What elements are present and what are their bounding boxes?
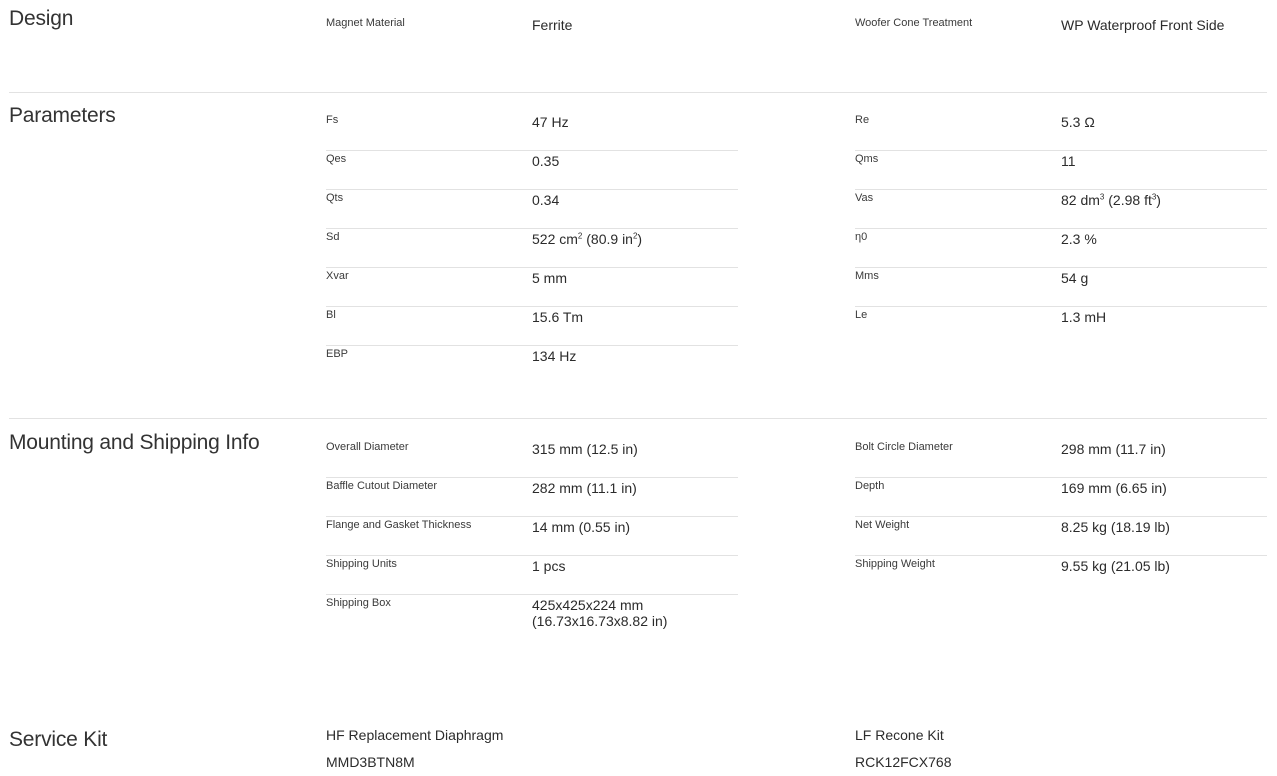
spec-label: η0 bbox=[855, 231, 868, 243]
spec-label: Shipping Units bbox=[326, 558, 397, 570]
spec-value: 8.25 kg (18.19 lb) bbox=[1061, 519, 1170, 535]
section-title-service-kit: Service Kit bbox=[9, 728, 108, 751]
section-title-design: Design bbox=[9, 7, 74, 30]
spec-row: Overall Diameter 315 mm (12.5 in) bbox=[326, 439, 738, 478]
spec-label: EBP bbox=[326, 348, 349, 360]
spec-value: 1.3 mH bbox=[1061, 309, 1107, 325]
spec-label: Qts bbox=[326, 192, 344, 204]
spec-value: 14 mm (0.55 in) bbox=[532, 519, 631, 535]
spec-label: Mms bbox=[855, 270, 879, 282]
section-title-mounting: Mounting and Shipping Info bbox=[9, 431, 260, 454]
spec-row: Shipping Units 1 pcs bbox=[326, 556, 738, 595]
spec-label: Flange and Gasket Thickness bbox=[326, 519, 472, 531]
hf-diaphragm-part-number: MMD3BTN8M bbox=[326, 754, 415, 770]
spec-label: Shipping Box bbox=[326, 597, 391, 609]
spec-label: Sd bbox=[326, 231, 340, 243]
spec-row: Depth 169 mm (6.65 in) bbox=[855, 478, 1267, 517]
spec-label: Fs bbox=[326, 114, 339, 126]
spec-label: Qes bbox=[326, 153, 347, 165]
spec-value: 1 pcs bbox=[532, 558, 566, 574]
lf-recone-kit-label: LF Recone Kit bbox=[855, 727, 944, 743]
spec-value: 2.3 % bbox=[1061, 231, 1097, 247]
spec-row: Mms 54 g bbox=[855, 268, 1267, 307]
spec-value: 0.34 bbox=[532, 192, 560, 208]
spec-value: 425x425x224 mm (16.73x16.73x8.82 in) bbox=[532, 597, 668, 629]
spec-row: Qms 11 bbox=[855, 151, 1267, 190]
spec-label: Woofer Cone Treatment bbox=[855, 17, 973, 29]
spec-row: Qes 0.35 bbox=[326, 151, 738, 190]
design-left-column: Magnet Material Ferrite bbox=[326, 15, 738, 53]
spec-value: 54 g bbox=[1061, 270, 1089, 286]
spec-row: Le 1.3 mH bbox=[855, 307, 1267, 345]
design-right-column: Woofer Cone Treatment WP Waterproof Fron… bbox=[855, 15, 1267, 53]
spec-label: Bl bbox=[326, 309, 336, 321]
spec-value: 82 dm3 (2.98 ft3) bbox=[1061, 192, 1161, 208]
spec-value: 5.3 Ω bbox=[1061, 114, 1095, 130]
spec-row: Qts 0.34 bbox=[326, 190, 738, 229]
mounting-left-column: Overall Diameter 315 mm (12.5 in) Baffle… bbox=[326, 439, 738, 653]
spec-row: Bl 15.6 Tm bbox=[326, 307, 738, 346]
spec-row: Xvar 5 mm bbox=[326, 268, 738, 307]
spec-value: 282 mm (11.1 in) bbox=[532, 480, 637, 496]
spec-value: 298 mm (11.7 in) bbox=[1061, 441, 1166, 457]
spec-row: Vas 82 dm3 (2.98 ft3) bbox=[855, 190, 1267, 229]
spec-value: WP Waterproof Front Side bbox=[1061, 17, 1225, 33]
section-divider bbox=[9, 418, 1267, 419]
spec-value: 169 mm (6.65 in) bbox=[1061, 480, 1167, 496]
spec-row: Magnet Material Ferrite bbox=[326, 15, 738, 53]
spec-value: 0.35 bbox=[532, 153, 560, 169]
lf-recone-kit-part-number: RCK12FCX768 bbox=[855, 754, 952, 770]
mounting-right-column: Bolt Circle Diameter 298 mm (11.7 in) De… bbox=[855, 439, 1267, 594]
spec-row: Woofer Cone Treatment WP Waterproof Fron… bbox=[855, 15, 1267, 53]
hf-diaphragm-label: HF Replacement Diaphragm bbox=[326, 727, 504, 743]
spec-label: Re bbox=[855, 114, 870, 126]
spec-label: Vas bbox=[855, 192, 874, 204]
spec-label: Qms bbox=[855, 153, 879, 165]
spec-label: Baffle Cutout Diameter bbox=[326, 480, 438, 492]
spec-row: EBP 134 Hz bbox=[326, 346, 738, 384]
spec-row: Flange and Gasket Thickness 14 mm (0.55 … bbox=[326, 517, 738, 556]
spec-row: Bolt Circle Diameter 298 mm (11.7 in) bbox=[855, 439, 1267, 478]
section-title-parameters: Parameters bbox=[9, 104, 116, 127]
spec-label: Net Weight bbox=[855, 519, 910, 531]
spec-label: Le bbox=[855, 309, 868, 321]
spec-label: Xvar bbox=[326, 270, 349, 282]
spec-label: Magnet Material bbox=[326, 17, 405, 29]
spec-row: Shipping Box 425x425x224 mm (16.73x16.73x… bbox=[326, 595, 738, 653]
spec-row: η0 2.3 % bbox=[855, 229, 1267, 268]
spec-value: 315 mm (12.5 in) bbox=[532, 441, 638, 457]
spec-row: Re 5.3 Ω bbox=[855, 112, 1267, 151]
section-divider bbox=[9, 92, 1267, 93]
spec-row: Sd 522 cm2 (80.9 in2) bbox=[326, 229, 738, 268]
spec-row: Baffle Cutout Diameter 282 mm (11.1 in) bbox=[326, 478, 738, 517]
parameters-right-column: Re 5.3 Ω Qms 11 Vas 82 dm3 (2.98 ft3) η0… bbox=[855, 112, 1267, 345]
spec-value: 47 Hz bbox=[532, 114, 569, 130]
spec-row: Shipping Weight 9.55 kg (21.05 lb) bbox=[855, 556, 1267, 594]
spec-label: Depth bbox=[855, 480, 885, 492]
spec-row: Fs 47 Hz bbox=[326, 112, 738, 151]
spec-value: 15.6 Tm bbox=[532, 309, 584, 325]
spec-value: 9.55 kg (21.05 lb) bbox=[1061, 558, 1170, 574]
spec-value: 11 bbox=[1061, 153, 1076, 169]
spec-label: Overall Diameter bbox=[326, 441, 409, 453]
spec-value: Ferrite bbox=[532, 17, 573, 33]
spec-row: Net Weight 8.25 kg (18.19 lb) bbox=[855, 517, 1267, 556]
spec-value: 134 Hz bbox=[532, 348, 577, 364]
spec-label: Bolt Circle Diameter bbox=[855, 441, 953, 453]
spec-value: 5 mm bbox=[532, 270, 567, 286]
spec-label: Shipping Weight bbox=[855, 558, 935, 570]
spec-value: 522 cm2 (80.9 in2) bbox=[532, 231, 643, 247]
parameters-left-column: Fs 47 Hz Qes 0.35 Qts 0.34 Sd 522 cm2 (8… bbox=[326, 112, 738, 384]
